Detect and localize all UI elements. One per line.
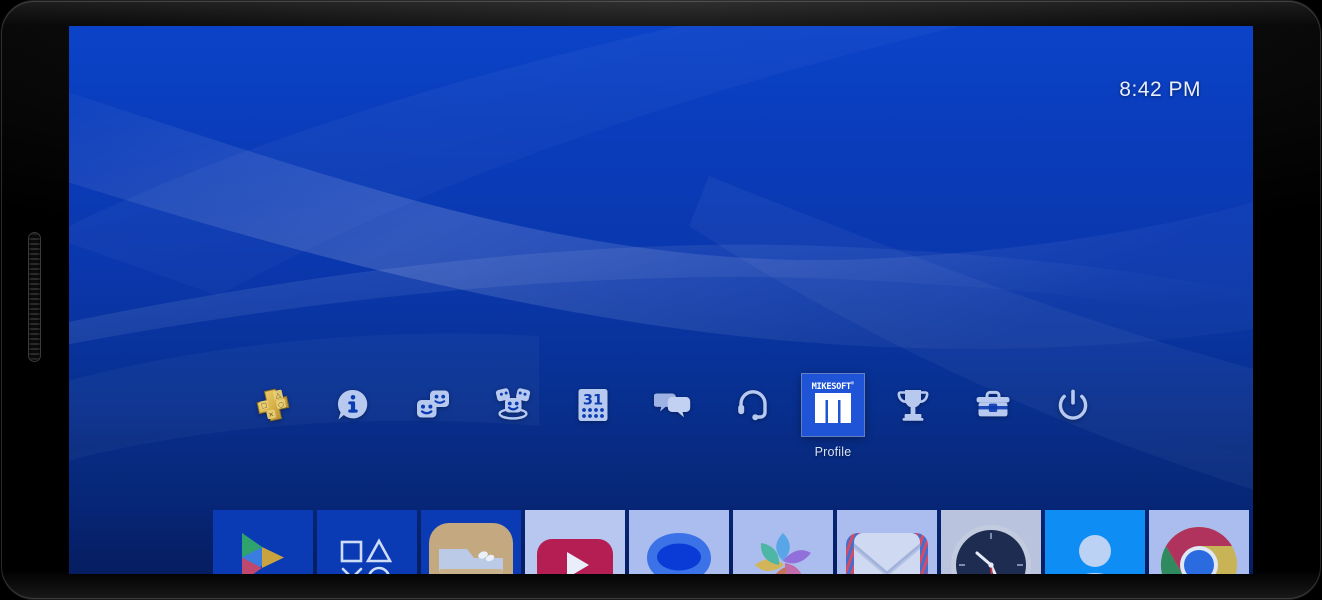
dock-item-chrome[interactable]	[1149, 510, 1249, 574]
function-item-trophies[interactable]	[873, 382, 953, 428]
mikesoft-monogram	[813, 393, 853, 428]
analog-clock-icon	[941, 510, 1041, 574]
function-item-events[interactable]: 31	[553, 382, 633, 428]
power-icon	[1050, 382, 1096, 428]
mail-envelope-icon	[837, 510, 937, 574]
tablet-device-frame: 8:42 PM △ □ ○ ✕ 31 MIKESOFT® Profile	[0, 0, 1322, 600]
contacts-person-icon	[1045, 510, 1145, 574]
app-dock: Google Play	[213, 510, 1253, 574]
chrome-icon	[1149, 510, 1249, 574]
function-item-headset[interactable]	[713, 382, 793, 428]
function-icon-row: △ □ ○ ✕ 31 MIKESOFT® Profile	[69, 374, 1253, 459]
frame-gloss-bottom	[0, 570, 1322, 600]
dock-item-files[interactable]	[421, 510, 521, 574]
trophy-icon	[890, 382, 936, 428]
dock-item-photos[interactable]	[733, 510, 833, 574]
function-item-profile[interactable]: MIKESOFT® Profile	[793, 374, 873, 459]
mikesoft-trademark: ®	[851, 380, 855, 387]
status-bar-clock: 8:42 PM	[1119, 78, 1201, 101]
toolbox-icon	[970, 382, 1016, 428]
messages-bubble-icon	[629, 510, 729, 574]
function-item-settings[interactable]	[953, 382, 1033, 428]
function-item-power[interactable]	[1033, 382, 1113, 428]
files-folder-icon	[421, 510, 521, 574]
headset-icon	[730, 382, 776, 428]
friends-cards-icon	[410, 382, 456, 428]
function-item-friends[interactable]	[393, 382, 473, 428]
function-item-party[interactable]	[473, 382, 553, 428]
mikesoft-logo-icon: MIKESOFT®	[802, 374, 864, 436]
dock-item-clock[interactable]	[941, 510, 1041, 574]
party-group-icon	[490, 382, 536, 428]
playstation-plus-icon: △ □ ○ ✕	[250, 382, 296, 428]
dock-item-contacts[interactable]	[1045, 510, 1145, 574]
speaker-grille	[28, 232, 41, 362]
wallpaper	[69, 26, 1253, 574]
dock-item-messages[interactable]	[629, 510, 729, 574]
dock-item-youtube[interactable]	[525, 510, 625, 574]
function-item-messages[interactable]	[633, 382, 713, 428]
profile-label: Profile	[814, 445, 852, 459]
dock-item-google-play[interactable]: Google Play	[213, 510, 313, 574]
svg-text:31: 31	[583, 393, 603, 409]
frame-gloss-top	[0, 0, 1322, 26]
dock-item-playstation[interactable]	[317, 510, 417, 574]
info-bubble-icon	[330, 382, 376, 428]
function-item-info[interactable]	[313, 382, 393, 428]
youtube-icon	[525, 510, 625, 574]
playstation-shapes-icon	[317, 510, 417, 574]
google-play-icon	[213, 510, 313, 574]
mikesoft-brand-text: MIKESOFT	[811, 381, 852, 392]
photos-pinwheel-icon	[733, 510, 833, 574]
calendar-31-icon: 31	[570, 382, 616, 428]
device-screen: 8:42 PM △ □ ○ ✕ 31 MIKESOFT® Profile	[69, 26, 1253, 574]
function-item-ps-plus[interactable]: △ □ ○ ✕	[233, 382, 313, 428]
dock-item-mail[interactable]	[837, 510, 937, 574]
chat-bubbles-icon	[650, 382, 696, 428]
